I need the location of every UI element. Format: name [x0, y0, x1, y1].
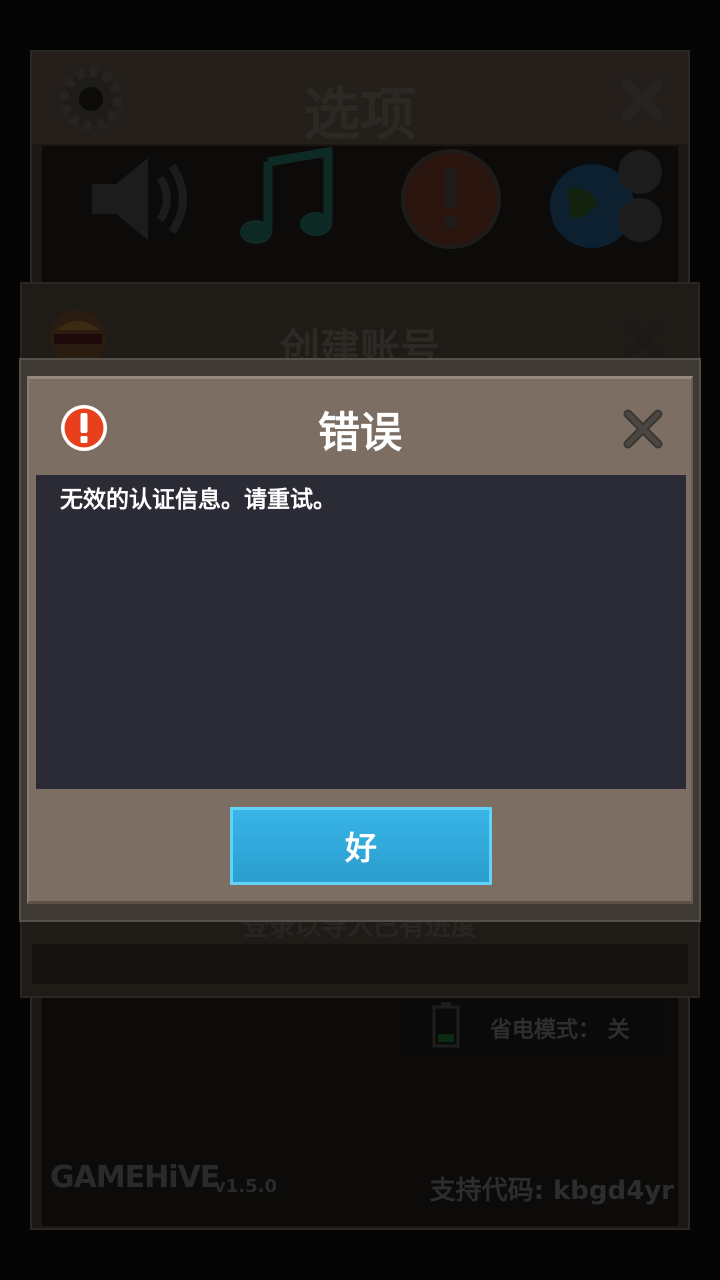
- close-icon: [623, 319, 663, 359]
- battery-icon: [432, 1002, 460, 1048]
- gamehive-logo: GAMEHiVE: [50, 1160, 220, 1195]
- dialog-title: 错误: [317, 408, 402, 457]
- close-icon: [621, 79, 663, 121]
- ok-button-label: 好: [344, 829, 377, 867]
- screen: 选项 省电模式： 关 GAMEHiVE v1.5.0 支持代码: kbgd4yr: [0, 0, 720, 1280]
- battery-saver-label: 省电模式： 关: [490, 1018, 630, 1043]
- music-note-icon: [240, 146, 333, 244]
- version-label: v1.5.0: [214, 1176, 277, 1197]
- account-bottom-strip: [32, 944, 688, 984]
- dialog-message: 无效的认证信息。请重试。: [60, 487, 336, 513]
- language-globe-icon: [550, 150, 662, 248]
- alert-icon: [401, 149, 501, 249]
- options-title: 选项: [304, 83, 416, 148]
- error-dialog: 错误 无效的认证信息。请重试。 好: [27, 376, 693, 904]
- support-code: 支持代码: kbgd4yr: [429, 1176, 674, 1206]
- speaker-icon: [92, 158, 187, 240]
- close-icon[interactable]: [621, 407, 665, 451]
- ok-button[interactable]: 好: [230, 807, 492, 885]
- dialog-message-area: 无效的认证信息。请重试。: [36, 475, 686, 789]
